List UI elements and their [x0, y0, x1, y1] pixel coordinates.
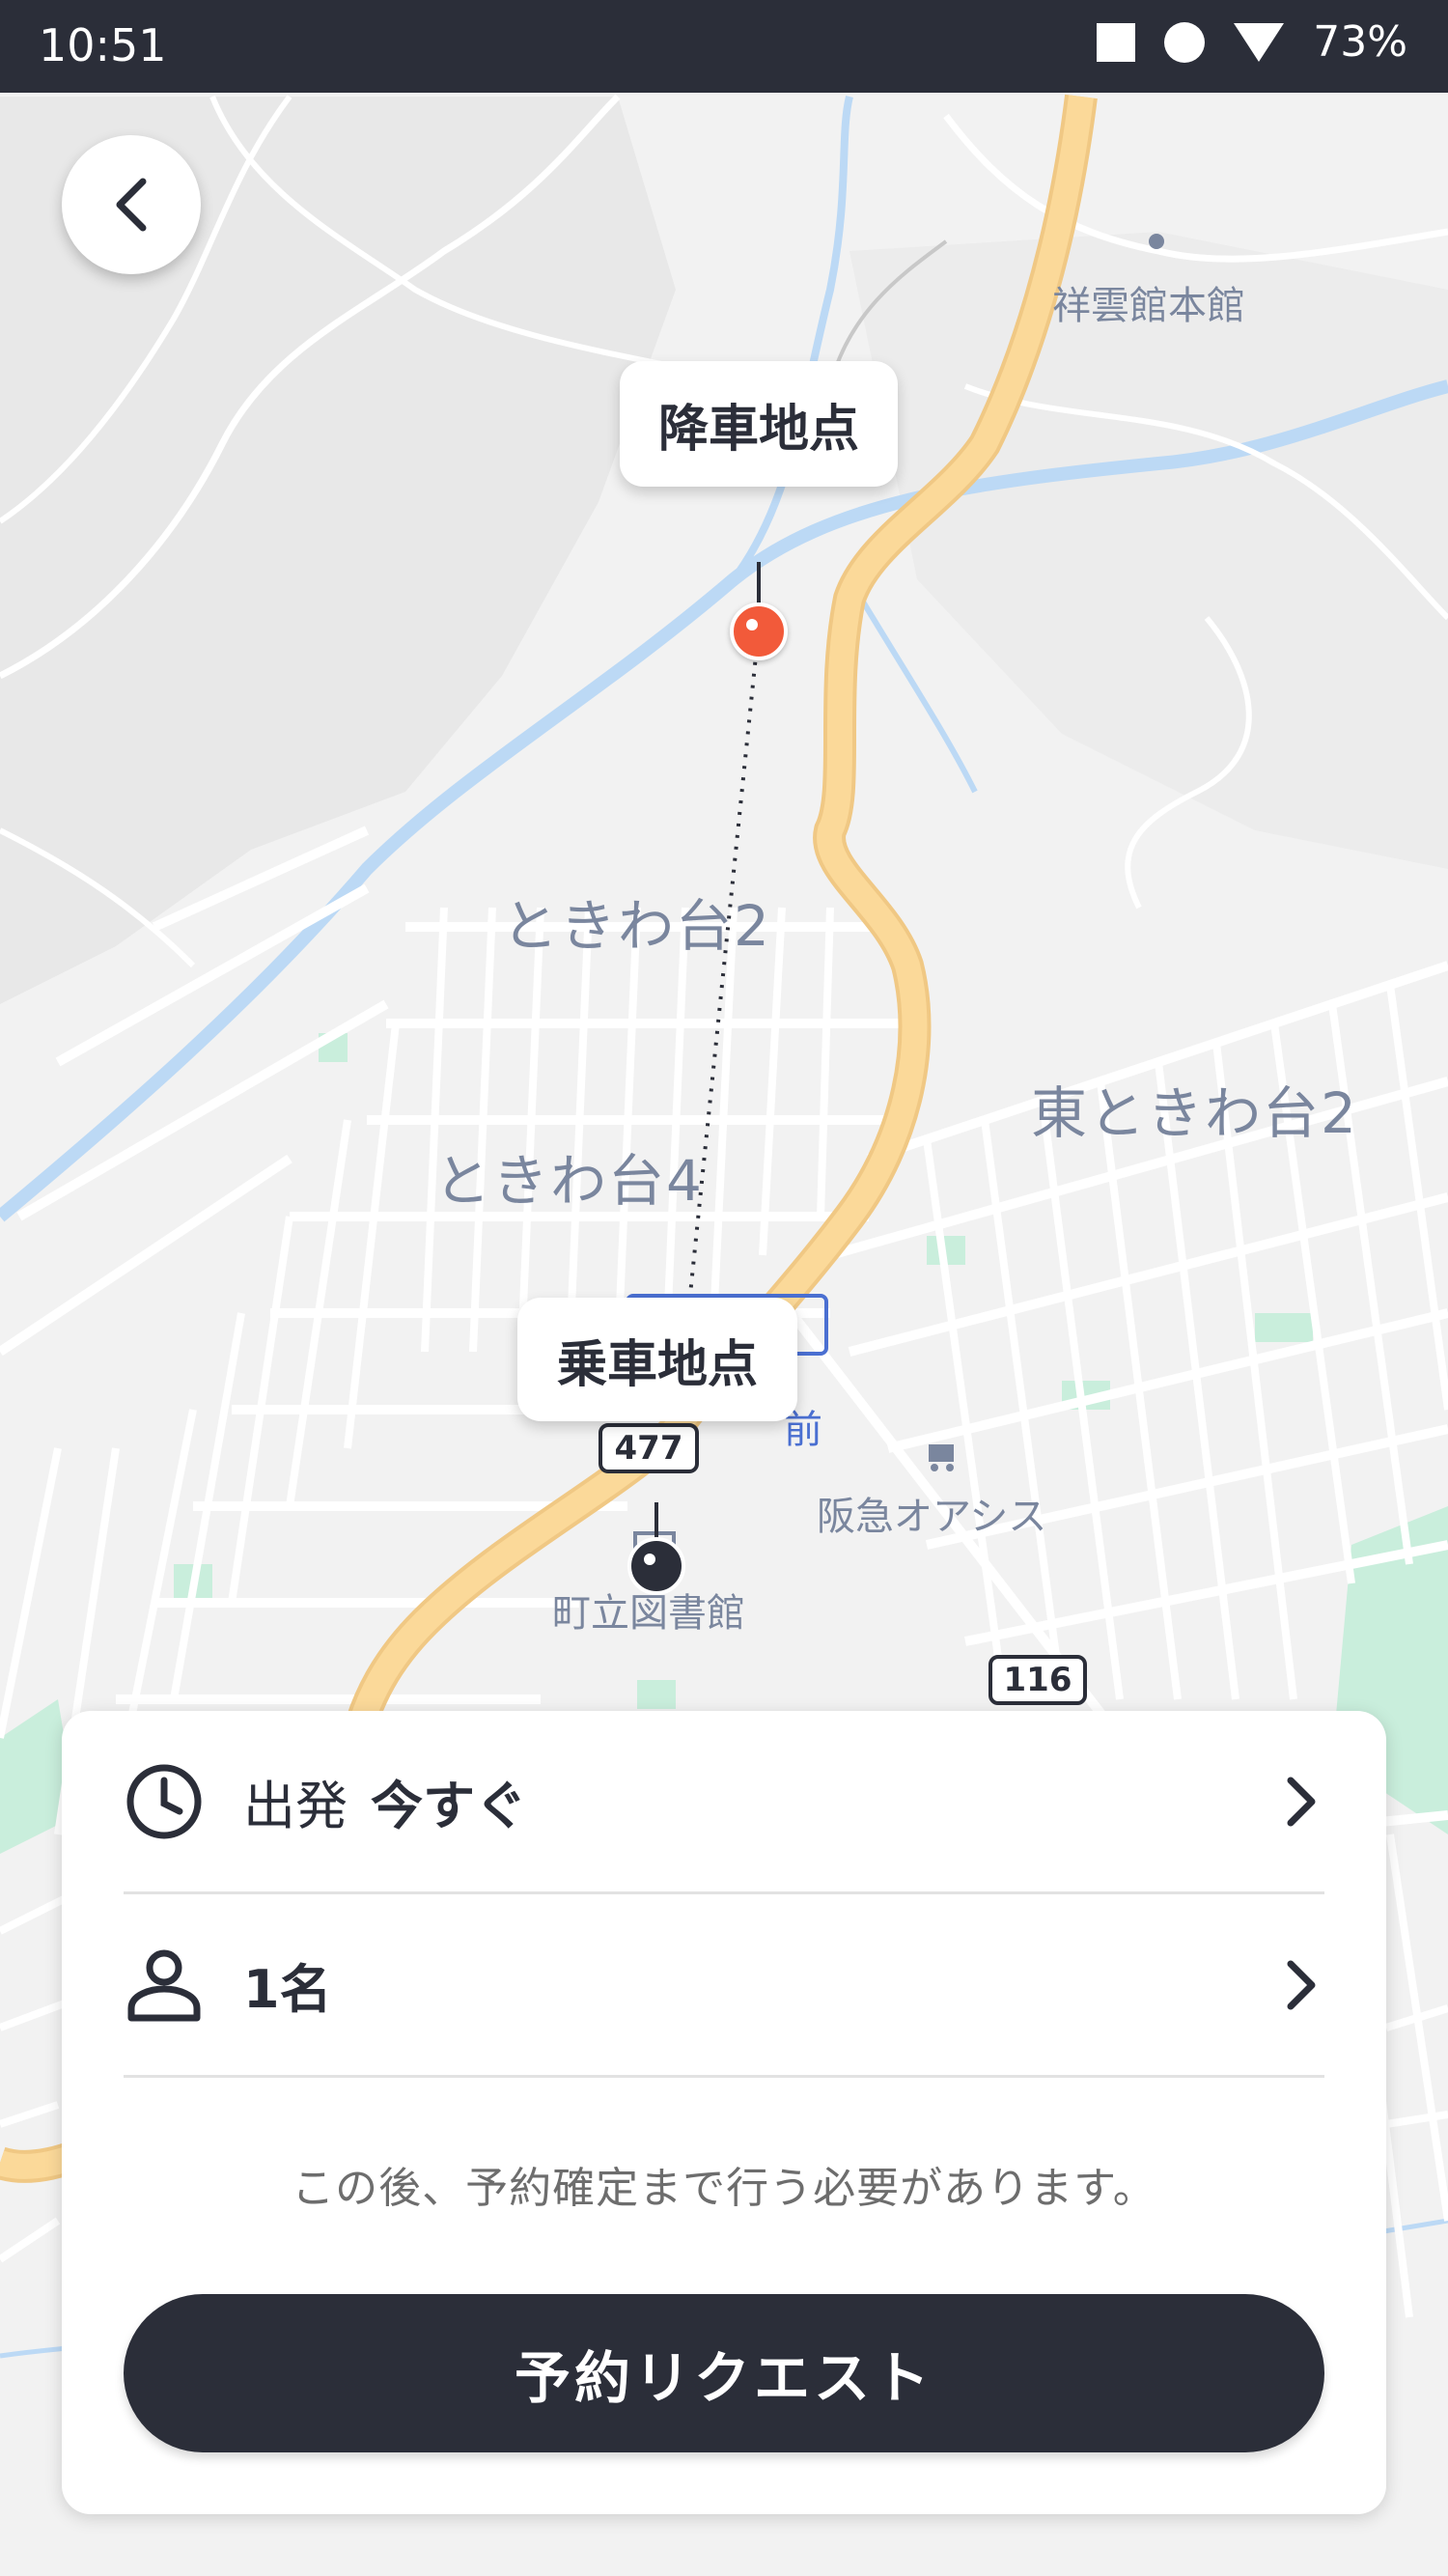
- dropoff-pin[interactable]: [730, 602, 788, 660]
- passengers-value: 1名: [243, 1959, 332, 2020]
- pickup-label: 乗車地点: [556, 1335, 758, 1394]
- poi-label-shounkan: 祥雲館本館: [1052, 284, 1245, 328]
- departure-text: 出発 今すぐ: [243, 1763, 1276, 1839]
- request-booking-button[interactable]: 予約リクエスト: [124, 2294, 1324, 2452]
- wifi-icon: [1234, 22, 1285, 62]
- battery-level: 73%: [1313, 17, 1407, 67]
- dropoff-callout[interactable]: 降車地点: [620, 361, 898, 487]
- stop-square-icon: [1097, 22, 1136, 62]
- clock-icon: [124, 1761, 205, 1842]
- booking-panel: 出発 今すぐ 1名 この後、予約確定まで行う必要があります。 予約リクエスト: [62, 1711, 1386, 2514]
- status-time: 10:51: [39, 19, 167, 71]
- pickup-callout[interactable]: 乗車地点: [517, 1298, 797, 1421]
- route-shield-116: 116: [989, 1655, 1087, 1705]
- departure-label: 出発: [243, 1776, 348, 1836]
- chevron-left-icon: [116, 178, 147, 232]
- status-bar: 10:51 73%: [0, 0, 1448, 93]
- record-circle-icon: [1164, 21, 1206, 63]
- departure-row[interactable]: 出発 今すぐ: [124, 1711, 1324, 1894]
- status-icons: 73%: [1097, 17, 1407, 67]
- booking-notice: この後、予約確定まで行う必要があります。: [292, 2164, 1156, 2213]
- pickup-pin[interactable]: [627, 1537, 685, 1595]
- chevron-right-icon: [1276, 1956, 1324, 2014]
- back-button[interactable]: [62, 135, 201, 274]
- departure-value: 今すぐ: [371, 1776, 527, 1836]
- area-label-tokiwadai-2: ときわ台2: [502, 893, 771, 959]
- poi-label-hankyu-oasis: 阪急オアシス: [817, 1495, 1047, 1539]
- passengers-row[interactable]: 1名: [124, 1894, 1324, 2078]
- area-label-higashi-tokiwadai-2: 東ときわ台2: [1031, 1080, 1358, 1146]
- person-icon: [124, 1945, 205, 2026]
- chevron-right-icon: [1276, 1773, 1324, 1831]
- area-label-tokiwadai-4: ときわ台4: [434, 1148, 704, 1214]
- dropoff-label: 降車地点: [657, 400, 859, 459]
- route-shield-477: 477: [599, 1423, 699, 1473]
